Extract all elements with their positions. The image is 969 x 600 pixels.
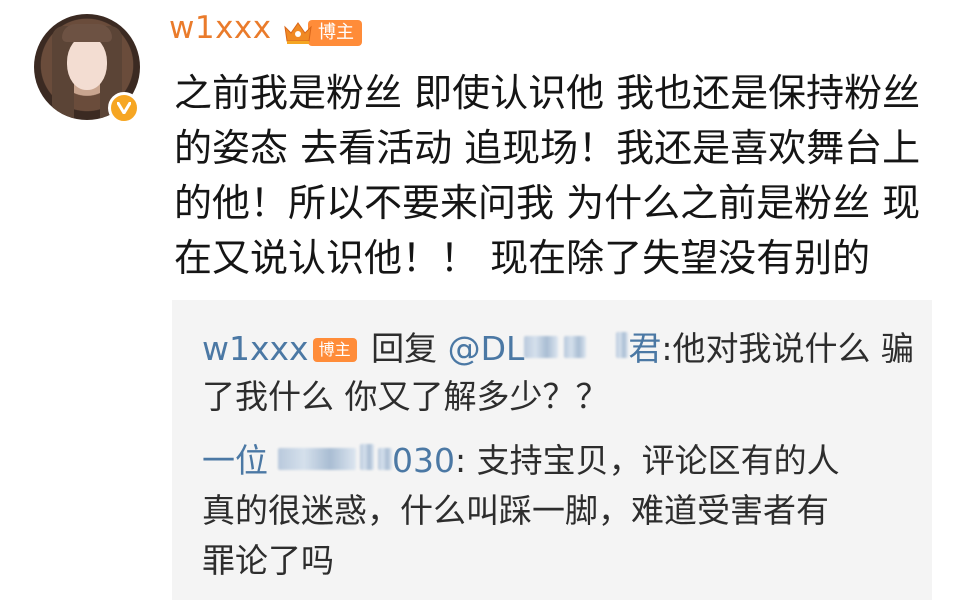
quoted-replies-box[interactable]: w1xxx 博主 回复 @DL 君:他对我说什么 骗 了我什么 你又了解多少？？ 一… (172, 300, 932, 600)
reply-word: 回复 (371, 329, 438, 368)
blurred-name-segment (616, 332, 629, 358)
comment-text-line2: 真的很迷惑，什么叫踩一脚，难道受害者有 (202, 491, 829, 530)
blurred-name-segment (378, 448, 392, 470)
reply-target-suffix[interactable]: 君 (628, 329, 661, 368)
reply-text-line2: 了我什么 你又了解多少？？ (202, 377, 609, 416)
blurred-name-segment (360, 444, 374, 470)
reply-target-prefix[interactable]: @DL (448, 329, 525, 368)
blurred-name-segment (524, 336, 559, 358)
crown-icon (284, 22, 312, 44)
comment-text-line3: 罪论了吗 (202, 541, 334, 580)
blogger-tag: 博主 (308, 20, 362, 46)
comment-line1: 一位 030: 支持宝贝，评论区有的人 (202, 440, 922, 482)
verified-badge-icon (108, 92, 140, 124)
comment-author-prefix[interactable]: 一位 (202, 441, 268, 480)
avatar-bangs (62, 24, 112, 42)
post-text: 之前我是粉丝 即使认识他 我也还是保持粉丝的姿态 去看活动 追现场！我还是喜欢舞… (174, 71, 921, 280)
avatar-face (67, 36, 107, 90)
comment-author-suffix[interactable]: 030 (392, 441, 455, 480)
author-username[interactable]: w1xxx (169, 10, 272, 46)
blurred-name-segment (564, 336, 587, 358)
blogger-badge: 博主 (282, 20, 362, 46)
blurred-name-segment (278, 448, 356, 470)
reply-text-line1: :他对我说什么 骗 (661, 329, 914, 368)
quoted-reply: w1xxx 博主 回复 @DL 君:他对我说什么 骗 (202, 328, 922, 370)
comment-text-line1: : 支持宝贝，评论区有的人 (455, 441, 840, 480)
reply-blogger-tag: 博主 (312, 338, 357, 362)
reply-author[interactable]: w1xxx (202, 329, 309, 368)
